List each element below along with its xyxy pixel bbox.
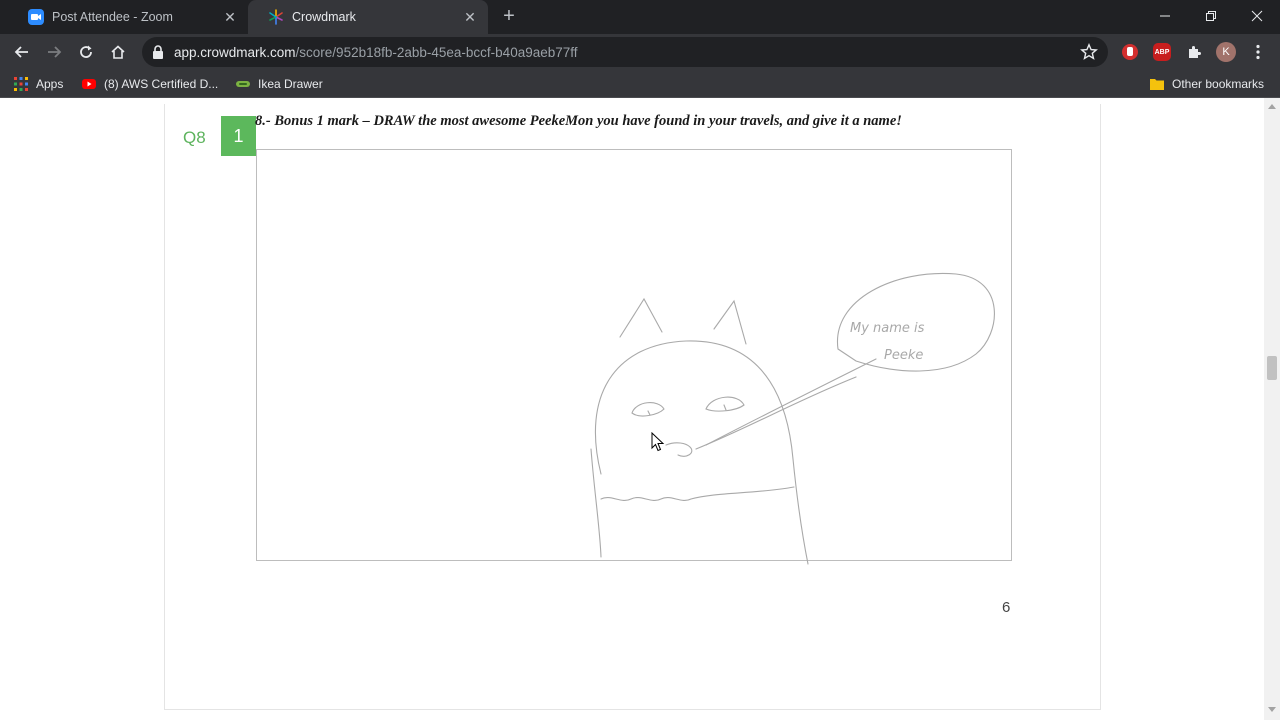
- student-drawing: My name is Peeke: [590, 272, 995, 565]
- mouse-cursor-icon: [651, 432, 665, 452]
- forward-arrow-icon[interactable]: [40, 38, 68, 66]
- mouth: [665, 442, 693, 457]
- tab-title: Crowdmark: [292, 10, 356, 24]
- bookmarks-bar: Apps (8) AWS Certified D... Ikea Drawer …: [0, 70, 1280, 98]
- scrollbar-thumb[interactable]: [1267, 356, 1277, 380]
- avatar-initial: K: [1216, 42, 1236, 62]
- bookmark-label: Other bookmarks: [1172, 77, 1265, 91]
- address-bar[interactable]: app.crowdmark.com/score/952b18fb-2abb-45…: [142, 37, 1108, 67]
- window-close-icon[interactable]: [1234, 0, 1280, 32]
- red-hand-extension-icon[interactable]: [1120, 42, 1140, 62]
- crowdmark-icon: [268, 9, 284, 25]
- tab-strip: Post Attendee - Zoom ✕ Crowdmark ✕ +: [0, 0, 1280, 34]
- back-arrow-icon[interactable]: [8, 38, 36, 66]
- question-label[interactable]: Q8: [183, 128, 206, 148]
- tab-title: Post Attendee - Zoom: [52, 10, 173, 24]
- bookmark-ikea-drawer[interactable]: Ikea Drawer: [236, 75, 323, 93]
- bookmark-star-icon[interactable]: [1080, 43, 1098, 61]
- menu-kebab-icon[interactable]: [1248, 42, 1268, 62]
- zoom-icon: [28, 9, 44, 25]
- bookmark-label: (8) AWS Certified D...: [104, 77, 219, 91]
- reload-icon[interactable]: [72, 38, 100, 66]
- profile-avatar[interactable]: K: [1216, 42, 1236, 62]
- bookmark-label: Apps: [36, 77, 64, 91]
- body-outline: [594, 340, 809, 565]
- new-tab-button[interactable]: +: [498, 6, 520, 28]
- score-badge[interactable]: 1: [221, 116, 256, 156]
- url-path: /score/952b18fb-2abb-45ea-bccf-b40a9aeb7…: [295, 45, 578, 60]
- apps-grid-icon: [14, 77, 28, 91]
- close-tab-icon[interactable]: ✕: [462, 9, 478, 25]
- right-eye: [705, 396, 745, 412]
- bookmark-label: Ikea Drawer: [258, 77, 323, 91]
- bookmark-apps[interactable]: Apps: [14, 75, 63, 93]
- minimize-icon[interactable]: [1142, 0, 1188, 32]
- speech-text-line1: My name is: [850, 321, 925, 336]
- link-icon: [236, 77, 250, 91]
- lock-icon[interactable]: [152, 45, 164, 59]
- folder-icon: [1150, 77, 1164, 91]
- page-content: Q8 1 8.- Bonus 1 mark – DRAW the most aw…: [0, 98, 1280, 720]
- wavy-line: [600, 486, 795, 501]
- browser-toolbar: app.crowdmark.com/score/952b18fb-2abb-45…: [0, 34, 1280, 70]
- close-tab-icon[interactable]: ✕: [222, 9, 238, 25]
- left-eye: [631, 402, 665, 417]
- puzzle-extensions-icon[interactable]: [1184, 42, 1204, 62]
- tab-zoom[interactable]: Post Attendee - Zoom ✕: [8, 0, 248, 34]
- scroll-up-arrow-icon[interactable]: [1268, 104, 1276, 109]
- adblock-plus-label: ABP: [1153, 43, 1171, 61]
- bookmark-aws[interactable]: (8) AWS Certified D...: [82, 75, 218, 93]
- adblock-plus-icon[interactable]: ABP: [1152, 42, 1172, 62]
- restore-icon[interactable]: [1188, 0, 1234, 32]
- url-text: app.crowdmark.com/score/952b18fb-2abb-45…: [174, 45, 578, 60]
- youtube-icon: [82, 77, 96, 91]
- question-text: 8.- Bonus 1 mark – DRAW the most awesome…: [255, 113, 902, 129]
- bookmark-other[interactable]: Other bookmarks: [1150, 75, 1264, 93]
- page-number: 6: [1002, 599, 1011, 616]
- scroll-down-arrow-icon[interactable]: [1268, 707, 1276, 712]
- speech-text-line2: Peeke: [884, 348, 923, 363]
- page-scrollbar[interactable]: [1264, 98, 1280, 720]
- tab-crowdmark[interactable]: Crowdmark ✕: [248, 0, 488, 34]
- left-ear: [619, 297, 663, 338]
- url-host: app.crowdmark.com: [174, 45, 296, 60]
- right-ear: [713, 299, 747, 345]
- home-icon[interactable]: [104, 38, 132, 66]
